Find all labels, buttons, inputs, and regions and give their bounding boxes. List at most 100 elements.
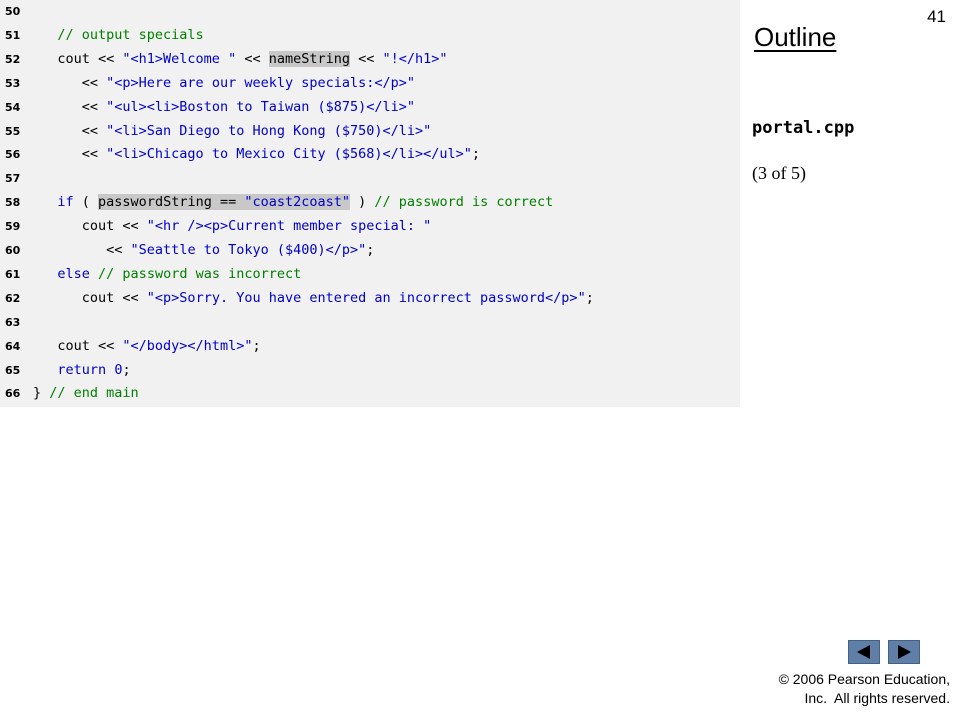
line-number: 65 (5, 363, 21, 377)
code-line: 54 << "<ul><li>Boston to Taiwan ($875)</… (0, 98, 740, 122)
code-line: 64 cout << "</body></html>"; (0, 337, 740, 361)
code-token: ) (350, 194, 375, 211)
code-token: cout << (33, 50, 123, 67)
code-token: cout << (33, 289, 147, 306)
code-token: ; (122, 361, 131, 378)
line-code: << "<li>San Diego to Hong Kong ($750)</l… (33, 122, 432, 140)
code-line: 52 cout << "<h1>Welcome " << nameString … (0, 50, 740, 74)
line-number: 54 (5, 100, 21, 114)
line-code: << "<ul><li>Boston to Taiwan ($875)</li>… (33, 98, 415, 116)
code-token: ; (471, 146, 481, 163)
code-token: "Seattle to Tokyo ($400)</p>" (130, 242, 367, 258)
triangle-right-icon (898, 645, 911, 659)
code-line: 50 (0, 2, 740, 26)
line-code: << "<p>Here are our weekly specials:</p>… (33, 74, 415, 92)
code-token: << (33, 122, 107, 139)
next-slide-button[interactable] (888, 640, 920, 664)
code-line: 61 else // password was incorrect (0, 265, 740, 289)
copyright-line-2: Inc. All rights reserved. (804, 690, 950, 706)
code-token: // end main (49, 385, 139, 402)
previous-slide-button[interactable] (848, 640, 880, 664)
code-token: } (33, 385, 50, 402)
code-token: cout << (33, 218, 147, 235)
code-line: 55 << "<li>San Diego to Hong Kong ($750)… (0, 122, 740, 146)
outline-title[interactable]: Outline (754, 22, 836, 53)
code-token: "</body></html>" (122, 337, 253, 354)
code-token: ; (366, 242, 375, 258)
code-token: return (57, 361, 107, 378)
line-number: 64 (5, 339, 21, 353)
line-code: << "<li>Chicago to Mexico City ($568)</l… (33, 145, 480, 163)
code-line: 53 << "<p>Here are our weekly specials:<… (0, 74, 740, 98)
line-number: 61 (5, 267, 21, 281)
code-line: 62 cout << "<p>Sorry. You have entered a… (0, 289, 740, 313)
line-code: // output specials (33, 26, 204, 44)
code-token: "<h1>Welcome " (122, 50, 237, 67)
code-token: << (33, 74, 107, 91)
line-number: 51 (5, 28, 21, 42)
line-code: } // end main (33, 384, 139, 402)
code-token: nameString (268, 50, 350, 67)
code-token: "<p>Sorry. You have entered an incorrect… (146, 289, 586, 306)
line-number: 57 (5, 172, 21, 186)
code-token: cout << (33, 337, 123, 354)
line-code: cout << "</body></html>"; (33, 337, 260, 355)
code-token: << (33, 98, 107, 115)
line-number: 53 (5, 76, 21, 90)
code-token: "<li>San Diego to Hong Kong ($750)</li>" (106, 122, 432, 139)
line-number: 63 (5, 315, 21, 329)
copyright-notice: © 2006 Pearson Education, Inc. All right… (779, 670, 950, 708)
line-code: if ( passwordString == "coast2coast" ) /… (33, 193, 553, 211)
code-token: "<li>Chicago to Mexico City ($568)</li><… (106, 146, 472, 163)
code-line: 63 (0, 313, 740, 337)
code-token: if (57, 194, 74, 211)
line-code: cout << "<hr /><p>Current member special… (33, 217, 432, 235)
code-token: "<p>Here are our weekly specials:</p>" (106, 74, 416, 91)
line-code: return 0; (33, 361, 131, 379)
code-token: // password is correct (374, 194, 554, 211)
line-number: 56 (5, 148, 21, 162)
file-name: portal.cpp (752, 118, 855, 138)
line-number: 50 (5, 5, 21, 18)
code-line: 60 << "Seattle to Tokyo ($400)</p>"; (0, 241, 740, 265)
copyright-line-1: © 2006 Pearson Education, (778, 671, 950, 687)
line-number: 58 (5, 196, 21, 210)
code-line: 66} // end main (0, 384, 740, 408)
code-token: // output specials (57, 26, 204, 43)
line-number: 52 (5, 52, 21, 66)
line-number: 66 (5, 387, 21, 401)
code-token: "!</h1>" (382, 50, 448, 67)
code-token: passwordString == (98, 194, 245, 211)
code-line: 58 if ( passwordString == "coast2coast" … (0, 193, 740, 217)
page-indicator: (3 of 5) (752, 163, 806, 183)
code-line: 65 return 0; (0, 361, 740, 385)
code-token: << (236, 50, 269, 67)
code-token: "coast2coast" (244, 194, 351, 211)
line-number: 55 (5, 124, 21, 138)
line-number: 62 (5, 291, 21, 305)
code-listing: 50 51 // output specials 52 cout << "<h1>W… (0, 0, 740, 407)
line-code: cout << "<p>Sorry. You have entered an i… (33, 289, 594, 307)
line-number: 59 (5, 220, 21, 234)
code-token: "<hr /><p>Current member special: " (146, 218, 432, 235)
code-line: 59 cout << "<hr /><p>Current member spec… (0, 217, 740, 241)
code-line: 57 (0, 169, 740, 193)
code-token: "<ul><li>Boston to Taiwan ($875)</li>" (106, 98, 416, 115)
code-token: // password was incorrect (98, 265, 302, 282)
line-number: 60 (5, 244, 21, 257)
code-token: << (33, 242, 131, 258)
code-line: 56 << "<li>Chicago to Mexico City ($568)… (0, 145, 740, 169)
code-token: ; (585, 289, 594, 306)
code-token: << (33, 146, 107, 163)
code-token: << (350, 50, 383, 67)
code-token: else (57, 265, 90, 282)
line-code: cout << "<h1>Welcome " << nameString << … (33, 50, 448, 68)
code-token: ( (73, 194, 99, 211)
slide-number: 41 (927, 7, 946, 26)
line-code: << "Seattle to Tokyo ($400)</p>"; (33, 241, 374, 259)
